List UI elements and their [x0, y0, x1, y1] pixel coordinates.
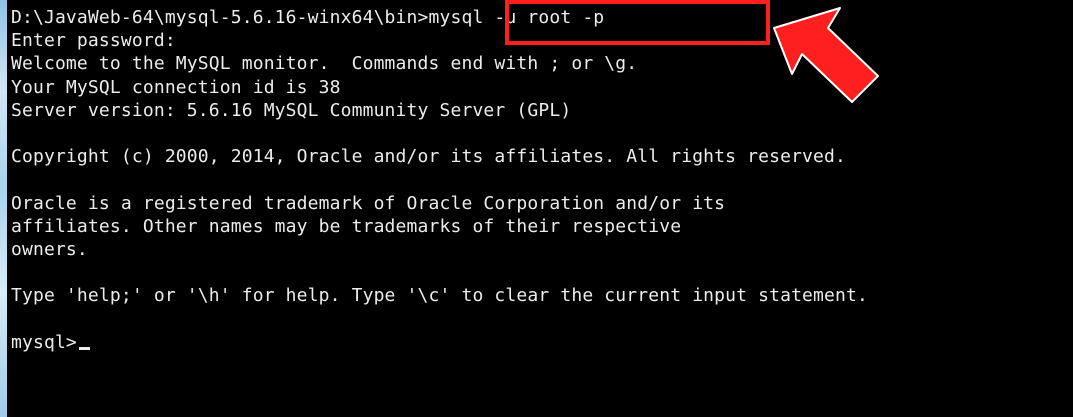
terminal-line-trademark-2: affiliates. Other names may be trademark… [11, 215, 682, 237]
terminal-window[interactable]: D:\JavaWeb-64\mysql-5.6.16-winx64\bin>my… [0, 0, 1073, 417]
mysql-prompt: mysql> [11, 331, 77, 353]
terminal-line-copyright: Copyright (c) 2000, 2014, Oracle and/or … [11, 146, 847, 168]
pointer-arrow-icon [773, 7, 879, 103]
terminal-output: D:\JavaWeb-64\mysql-5.6.16-winx64\bin>my… [11, 6, 868, 354]
terminal-line-help: Type 'help;' or '\h' for help. Type '\c'… [11, 285, 868, 307]
terminal-line-welcome: Welcome to the MySQL monitor. Commands e… [11, 53, 638, 75]
text-cursor [78, 346, 90, 350]
window-edge [0, 0, 7, 417]
terminal-prompt-line[interactable]: mysql> [11, 331, 868, 354]
terminal-line-trademark-1: Oracle is a registered trademark of Orac… [11, 192, 726, 214]
terminal-line-connection-id: Your MySQL connection id is 38 [11, 76, 341, 98]
terminal-line-trademark-3: owners. [11, 238, 88, 260]
terminal-line-server-version: Server version: 5.6.16 MySQL Community S… [11, 99, 572, 121]
command-highlight-box [505, 0, 770, 45]
